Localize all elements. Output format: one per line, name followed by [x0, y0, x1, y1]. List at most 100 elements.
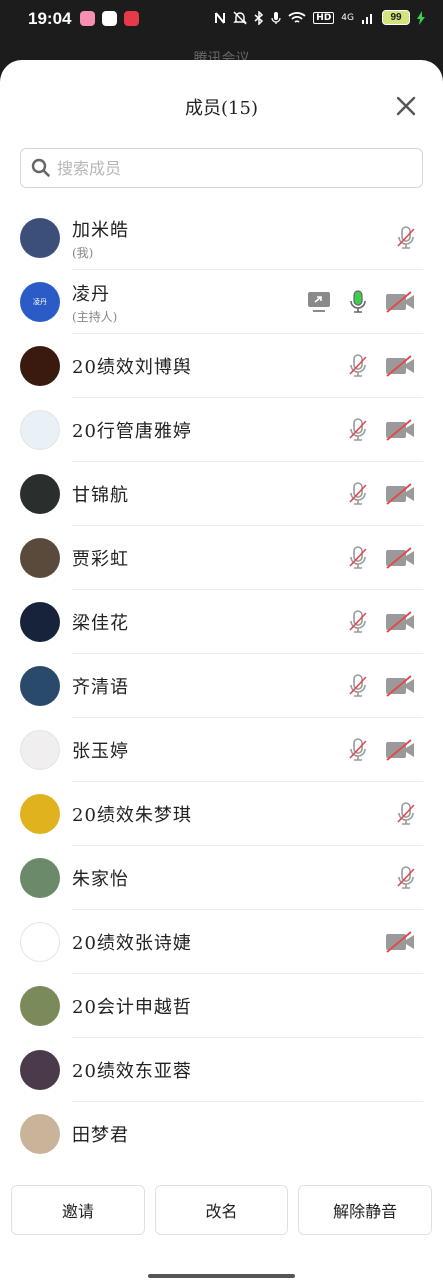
search-input[interactable]: [57, 158, 422, 178]
search-icon: [31, 158, 50, 177]
hd-badge: HD: [313, 11, 335, 24]
app-notification-icon: [80, 11, 95, 26]
member-row[interactable]: 20绩效刘博舆: [0, 334, 443, 398]
avatar: [20, 730, 60, 770]
member-row[interactable]: 甘锦航: [0, 462, 443, 526]
member-status-icons: [349, 482, 415, 506]
camera-off-icon[interactable]: [385, 547, 415, 569]
member-name-block: 20绩效刘博舆: [72, 353, 192, 379]
mic-muted-icon[interactable]: [397, 866, 415, 890]
status-bar: 19:04 HD 4G 99: [0, 0, 443, 40]
nfc-icon: [215, 11, 226, 24]
member-name: 凌丹: [72, 283, 110, 305]
member-status-icons: [397, 226, 415, 250]
member-row[interactable]: 朱家怡: [0, 846, 443, 910]
camera-off-icon[interactable]: [385, 419, 415, 441]
status-indicators: HD 4G 99: [214, 10, 425, 25]
member-name-block: 贾彩虹: [72, 545, 129, 571]
camera-off-icon[interactable]: [385, 739, 415, 761]
avatar: [20, 858, 60, 898]
member-row[interactable]: 20绩效东亚蓉: [0, 1038, 443, 1102]
member-row[interactable]: 加米皓 (我): [0, 206, 443, 270]
avatar-label: 凌丹: [33, 298, 47, 306]
rename-button[interactable]: 改名: [154, 1185, 289, 1235]
avatar: [20, 346, 60, 386]
members-sheet: 成员(15) 加米皓(我)凌丹凌丹(主持人)20绩效刘博舆20行管唐雅婷甘锦航贾…: [0, 60, 443, 1282]
wechat-icon: [102, 11, 117, 26]
member-name-block: 凌丹 (主持人): [72, 280, 117, 325]
avatar: [20, 410, 60, 450]
mic-muted-icon[interactable]: [349, 354, 367, 378]
member-name-block: 田梦君: [72, 1121, 129, 1147]
member-status-icons: [349, 674, 415, 698]
member-name: 齐清语: [72, 677, 129, 698]
mic-muted-icon[interactable]: [397, 802, 415, 826]
member-name: 朱家怡: [72, 869, 129, 890]
bluetooth-icon: [254, 10, 264, 25]
avatar: [20, 666, 60, 706]
member-row[interactable]: 20绩效张诗婕: [0, 910, 443, 974]
member-name-block: 20绩效张诗婕: [72, 929, 192, 955]
charging-icon: [417, 10, 425, 25]
camera-off-icon[interactable]: [385, 291, 415, 313]
member-role: (我): [72, 245, 94, 260]
member-status-icons: [349, 610, 415, 634]
mic-muted-icon[interactable]: [349, 482, 367, 506]
mic-muted-icon[interactable]: [349, 610, 367, 634]
screen-share-icon[interactable]: [307, 291, 331, 313]
home-indicator[interactable]: [148, 1274, 295, 1278]
member-status-icons: [307, 290, 415, 314]
avatar: 凌丹: [20, 282, 60, 322]
mic-muted-icon[interactable]: [397, 226, 415, 250]
mic-muted-icon[interactable]: [349, 738, 367, 762]
member-name: 20会计申越哲: [72, 997, 192, 1018]
avatar: [20, 602, 60, 642]
camera-off-icon[interactable]: [385, 355, 415, 377]
member-name: 20绩效张诗婕: [72, 933, 192, 954]
member-name-block: 20绩效朱梦琪: [72, 801, 192, 827]
camera-off-icon[interactable]: [385, 675, 415, 697]
member-name-block: 20会计申越哲: [72, 993, 192, 1019]
member-row[interactable]: 田梦君: [0, 1102, 443, 1166]
camera-off-icon[interactable]: [385, 483, 415, 505]
mic-muted-icon[interactable]: [349, 418, 367, 442]
sheet-header: 成员(15): [0, 60, 443, 150]
member-name-block: 20行管唐雅婷: [72, 417, 192, 443]
battery-indicator: 99: [382, 10, 410, 25]
member-name-block: 齐清语: [72, 673, 129, 699]
status-time: 19:04: [28, 9, 72, 28]
member-name: 加米皓: [72, 219, 129, 241]
member-row[interactable]: 贾彩虹: [0, 526, 443, 590]
avatar: [20, 922, 60, 962]
invite-button[interactable]: 邀请: [11, 1185, 145, 1235]
member-status-icons: [397, 866, 415, 890]
notification-icons: [80, 11, 139, 26]
member-row[interactable]: 凌丹 凌丹 (主持人): [0, 270, 443, 334]
member-name: 20绩效刘博舆: [72, 357, 192, 378]
mic-muted-icon[interactable]: [349, 546, 367, 570]
member-row[interactable]: 20会计申越哲: [0, 974, 443, 1038]
member-name-block: 20绩效东亚蓉: [72, 1057, 192, 1083]
member-name-block: 朱家怡: [72, 865, 129, 891]
unmute-button[interactable]: 解除静音: [298, 1185, 433, 1235]
member-row[interactable]: 20绩效朱梦琪: [0, 782, 443, 846]
member-status-icons: [385, 931, 415, 953]
member-row[interactable]: 齐清语: [0, 654, 443, 718]
member-row[interactable]: 张玉婷: [0, 718, 443, 782]
camera-off-icon[interactable]: [385, 611, 415, 633]
member-status-icons: [349, 354, 415, 378]
silent-icon: [233, 10, 248, 25]
avatar: [20, 474, 60, 514]
camera-off-icon[interactable]: [385, 931, 415, 953]
member-role: (主持人): [72, 309, 118, 324]
member-row[interactable]: 20行管唐雅婷: [0, 398, 443, 462]
close-icon[interactable]: [395, 95, 417, 117]
signal-icon: [362, 13, 372, 24]
mic-muted-icon[interactable]: [349, 674, 367, 698]
mic-active-icon[interactable]: [349, 290, 367, 314]
avatar: [20, 986, 60, 1026]
member-row[interactable]: 梁佳花: [0, 590, 443, 654]
network-type: 4G: [341, 12, 354, 23]
search-box[interactable]: [20, 148, 423, 188]
member-status-icons: [397, 802, 415, 826]
